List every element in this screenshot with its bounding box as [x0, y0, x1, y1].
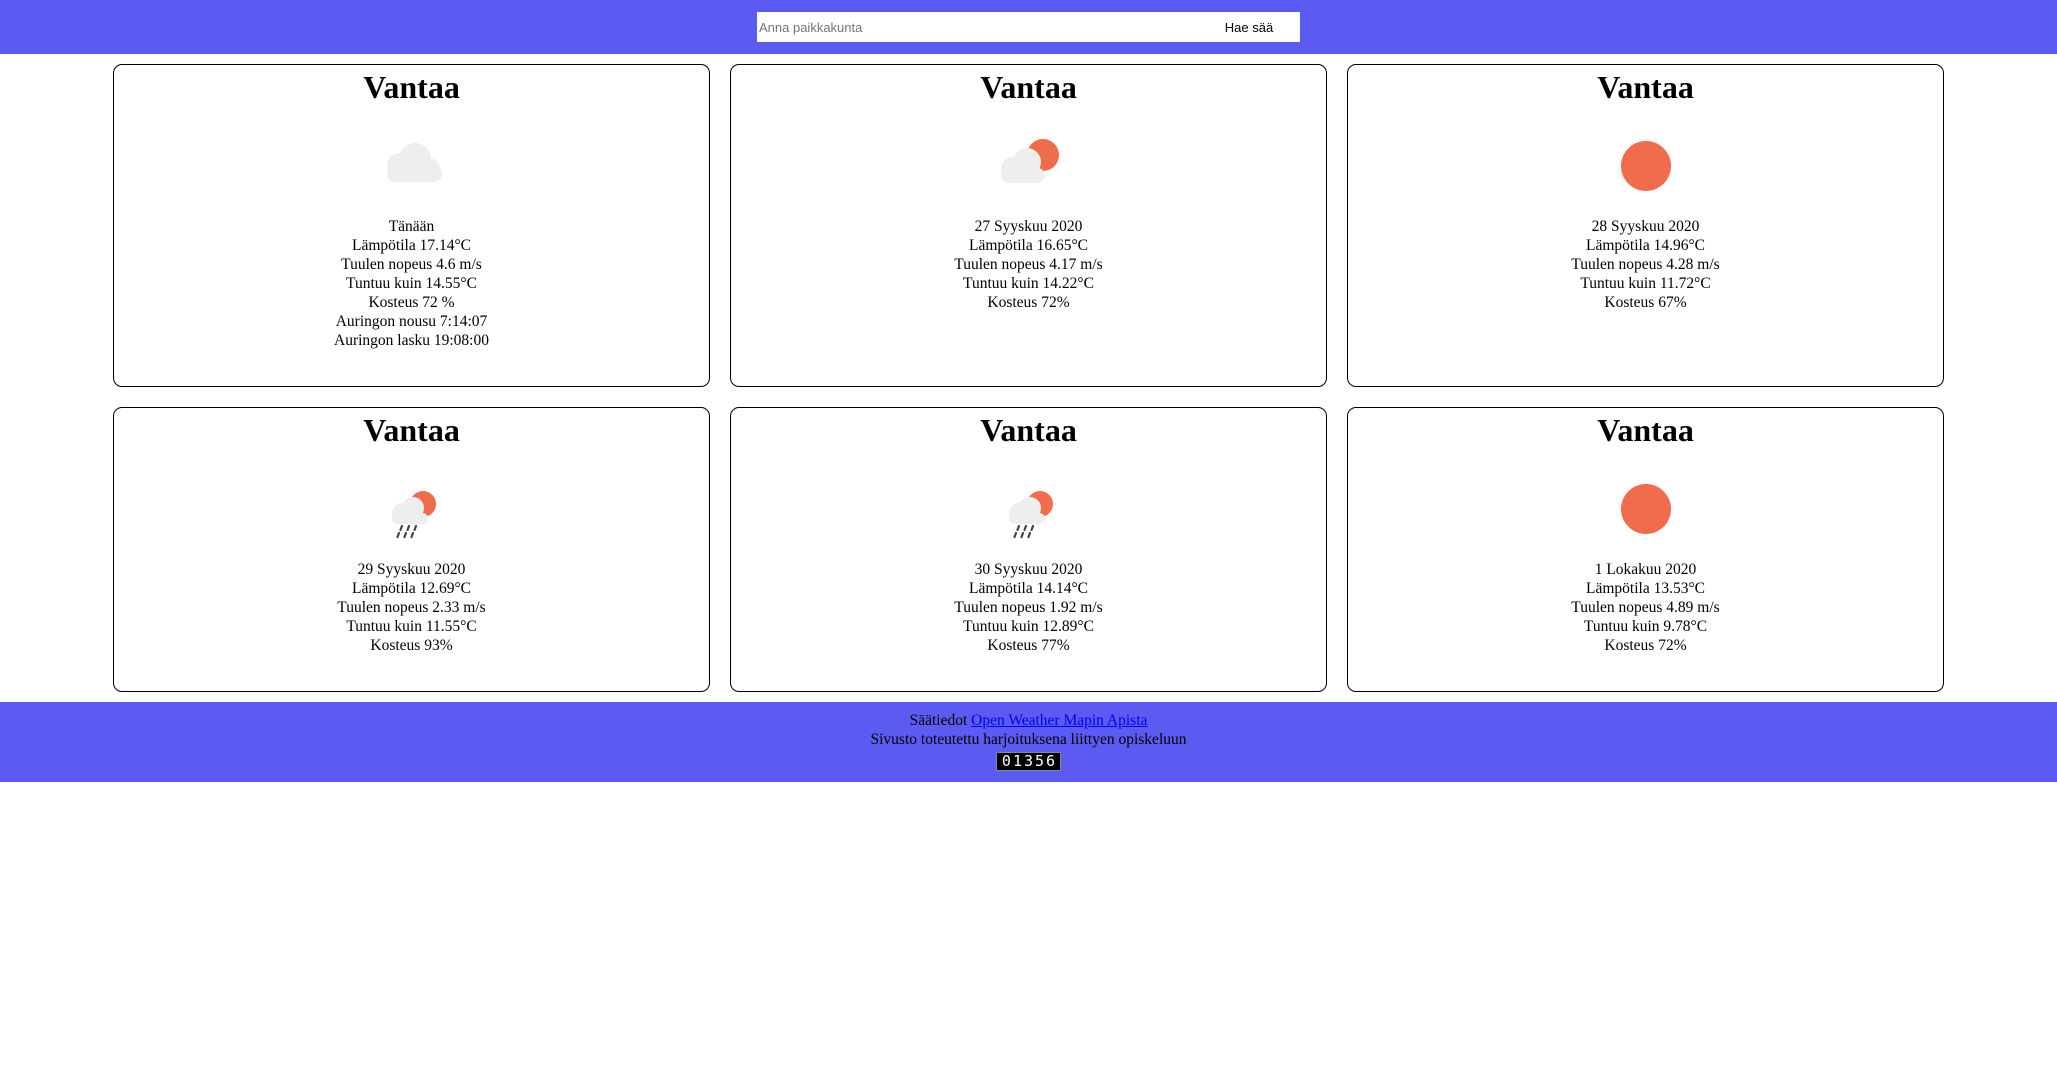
- card-wind-speed: Tuulen nopeus 4.28 m/s: [1571, 256, 1720, 273]
- sun-icon: [1620, 484, 1671, 534]
- card-feels-like: Tuntuu kuin 14.22°C: [963, 275, 1094, 292]
- footer: Säätiedot Open Weather Mapin Apista Sivu…: [0, 702, 2057, 782]
- card-temperature: Lämpötila 13.53°C: [1586, 580, 1705, 597]
- city-name: Vantaa: [980, 69, 1077, 105]
- city-name: Vantaa: [1597, 412, 1694, 448]
- footer-source: Säätiedot Open Weather Mapin Apista: [0, 702, 2057, 730]
- card-humidity: Kosteus 72 %: [368, 294, 455, 311]
- card-humidity: Kosteus 77%: [987, 637, 1070, 654]
- partly-cloudy-icon: [1000, 139, 1059, 183]
- card-humidity: Kosteus 72%: [987, 294, 1070, 311]
- card-date: 28 Syyskuu 2020: [1591, 218, 1700, 235]
- openweathermap-link[interactable]: Open Weather Mapin Apista: [971, 712, 1147, 729]
- cloudy-icon: [386, 143, 442, 182]
- rain-sun-icon: [1008, 491, 1053, 539]
- footer-source-prefix: Säätiedot: [909, 712, 968, 729]
- visitor-counter: 01356: [995, 752, 1062, 771]
- card-humidity: Kosteus 93%: [370, 637, 453, 654]
- card-feels-like: Tuntuu kuin 11.72°C: [1580, 275, 1711, 292]
- top-bar: Hae sää: [0, 0, 2057, 54]
- card-sunset: Auringon lasku 19:08:00: [334, 332, 489, 349]
- card-feels-like: Tuntuu kuin 11.55°C: [346, 618, 477, 635]
- card-date: 27 Syyskuu 2020: [974, 218, 1083, 235]
- city-name: Vantaa: [363, 69, 460, 105]
- card-date: 30 Syyskuu 2020: [974, 561, 1083, 578]
- card-feels-like: Tuntuu kuin 12.89°C: [963, 618, 1094, 635]
- search-form: Hae sää: [757, 12, 1300, 42]
- search-button[interactable]: Hae sää: [1204, 13, 1294, 41]
- card-temperature: Lämpötila 16.65°C: [969, 237, 1088, 254]
- weather-card: Vantaa 28 Syyskuu 2020 Lämpötila 14.96°C…: [1347, 64, 1944, 387]
- city-name: Vantaa: [1597, 69, 1694, 105]
- footer-note: Sivusto toteutettu harjoituksena liittye…: [870, 731, 1187, 748]
- card-wind-speed: Tuulen nopeus 1.92 m/s: [954, 599, 1103, 616]
- card-date: 29 Syyskuu 2020: [357, 561, 466, 578]
- sun-icon: [1620, 141, 1671, 191]
- weather-card: Vantaa 30 Syyskuu 2020 Lämpötila 14.14°C…: [730, 407, 1327, 692]
- card-wind-speed: Tuulen nopeus 2.33 m/s: [337, 599, 486, 616]
- card-temperature: Lämpötila 17.14°C: [352, 237, 471, 254]
- card-temperature: Lämpötila 14.14°C: [969, 580, 1088, 597]
- card-humidity: Kosteus 72%: [1604, 637, 1687, 654]
- weather-card: Vantaa 27 Syyskuu 2020 Lämpötila 16.65°C…: [730, 64, 1327, 387]
- card-sunrise: Auringon nousu 7:14:07: [335, 313, 488, 330]
- weather-card: Vantaa Tänään Lämpötila 17.14°C Tuulen n…: [113, 64, 710, 387]
- card-wind-speed: Tuulen nopeus 4.89 m/s: [1571, 599, 1720, 616]
- city-name: Vantaa: [980, 412, 1077, 448]
- card-wind-speed: Tuulen nopeus 4.6 m/s: [341, 256, 482, 273]
- card-temperature: Lämpötila 14.96°C: [1586, 237, 1705, 254]
- card-date: Tänään: [388, 218, 435, 235]
- city-name: Vantaa: [363, 412, 460, 448]
- card-date: 1 Lokakuu 2020: [1594, 561, 1697, 578]
- card-temperature: Lämpötila 12.69°C: [352, 580, 471, 597]
- card-humidity: Kosteus 67%: [1604, 294, 1687, 311]
- card-feels-like: Tuntuu kuin 14.55°C: [346, 275, 477, 292]
- weather-card: Vantaa 29 Syyskuu 2020 Lämpötila 12.69°C…: [113, 407, 710, 692]
- weather-card: Vantaa 1 Lokakuu 2020 Lämpötila 13.53°C …: [1347, 407, 1944, 692]
- rain-sun-icon: [391, 491, 436, 539]
- card-wind-speed: Tuulen nopeus 4.17 m/s: [954, 256, 1103, 273]
- card-feels-like: Tuntuu kuin 9.78°C: [1583, 618, 1708, 635]
- search-input[interactable]: [757, 13, 1204, 41]
